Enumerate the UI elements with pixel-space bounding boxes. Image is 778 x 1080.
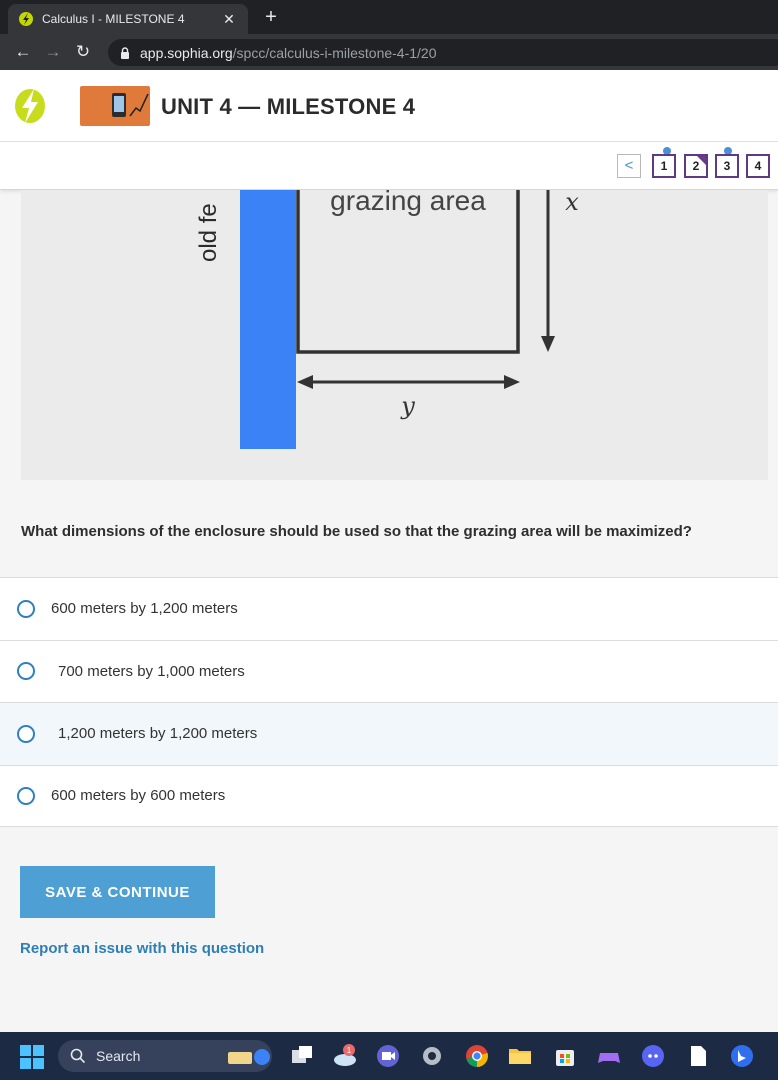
enclosure-diagram: old fe grazing area x y <box>195 190 579 449</box>
settings-gear-icon[interactable] <box>420 1044 444 1068</box>
chrome-icon[interactable] <box>465 1044 489 1068</box>
game-controller-icon[interactable] <box>597 1044 621 1068</box>
search-label: Search <box>96 1048 141 1064</box>
reload-icon[interactable]: ↻ <box>70 39 96 65</box>
x-label: x <box>565 190 579 216</box>
widgets-icon[interactable] <box>228 1044 272 1068</box>
bing-chat-icon[interactable] <box>730 1044 754 1068</box>
teams-meet-icon[interactable] <box>376 1044 400 1068</box>
search-icon <box>70 1048 86 1064</box>
url-host: app.sophia.org <box>140 44 233 61</box>
answer-label: 1,200 meters by 1,200 meters <box>58 725 258 743</box>
answer-label: 600 meters by 600 meters <box>51 787 226 805</box>
notification-badge: 1 <box>347 1046 352 1055</box>
answer-option-3[interactable]: 1,200 meters by 1,200 meters <box>0 702 778 765</box>
y-arrowhead-left-icon <box>297 375 313 389</box>
sophia-logo-icon[interactable] <box>14 86 46 126</box>
question-text: What dimensions of the enclosure should … <box>21 523 692 540</box>
address-bar[interactable]: app.sophia.org/spcc/calculus-i-milestone… <box>108 39 778 66</box>
unit-title: UNIT 4 — MILESTONE 4 <box>161 94 416 119</box>
task-view-icon[interactable] <box>290 1044 314 1068</box>
question-number-2[interactable]: 2 <box>684 154 708 178</box>
weather-icon[interactable]: 1 <box>333 1044 357 1068</box>
question-number-1[interactable]: 1 <box>652 154 676 178</box>
answer-option-4[interactable]: 600 meters by 600 meters <box>0 764 778 827</box>
new-tab-button[interactable]: + <box>258 4 284 30</box>
radio-button[interactable] <box>17 724 35 743</box>
browser-tab-bar: Calculus I - MILESTONE 4 ✕ + <box>0 0 778 34</box>
answer-label: 700 meters by 1,000 meters <box>58 662 245 680</box>
tab-title: Calculus I - MILESTONE 4 <box>42 12 185 26</box>
answer-option-2[interactable]: 700 meters by 1,000 meters <box>0 639 778 702</box>
fence-label: old fe <box>195 203 222 262</box>
answer-option-1[interactable]: 600 meters by 1,200 meters <box>0 577 778 640</box>
previous-question-button[interactable]: < <box>617 154 641 178</box>
radio-button[interactable] <box>17 786 35 805</box>
phone-graph-icon <box>112 93 149 117</box>
x-arrowhead-icon <box>541 336 555 352</box>
lock-icon <box>121 46 129 59</box>
unit-thumbnail <box>80 86 150 126</box>
report-issue-link[interactable]: Report an issue with this question <box>20 940 264 957</box>
answer-label: 600 meters by 1,200 meters <box>51 600 238 618</box>
url-path: /spcc/calculus-i-milestone-4-1/20 <box>232 44 437 61</box>
flag-corner-icon <box>697 156 706 165</box>
answer-options: 600 meters by 1,200 meters 700 meters by… <box>0 577 778 827</box>
browser-toolbar: ← → ↻ app.sophia.org/spcc/calculus-i-mil… <box>0 34 778 70</box>
taskbar: Search 1 <box>0 1032 778 1080</box>
back-arrow-icon[interactable]: ← <box>10 39 36 65</box>
save-continue-button[interactable]: SAVE & CONTINUE <box>20 866 215 918</box>
grazing-area-label: grazing area <box>330 190 486 216</box>
forward-arrow-icon[interactable]: → <box>40 39 66 65</box>
windows-start-icon[interactable] <box>20 1045 44 1069</box>
microsoft-store-icon[interactable] <box>553 1044 577 1068</box>
enclosure-figure: old fe grazing area x y <box>21 190 768 480</box>
old-fence-bar <box>240 190 296 449</box>
question-number-4[interactable]: 4 <box>746 154 770 178</box>
y-label: y <box>400 392 415 420</box>
question-navigation: < 1 2 3 4 <box>0 142 778 190</box>
document-icon[interactable] <box>686 1044 710 1068</box>
tab-close-icon[interactable]: ✕ <box>220 11 238 28</box>
discord-icon[interactable] <box>641 1044 665 1068</box>
y-arrowhead-right-icon <box>504 375 520 389</box>
sophia-favicon-icon <box>19 12 33 26</box>
question-number-3[interactable]: 3 <box>715 154 739 178</box>
radio-button[interactable] <box>17 662 35 681</box>
app-header: UNIT 4 — MILESTONE 4 <box>0 70 778 142</box>
radio-button[interactable] <box>17 599 35 618</box>
file-explorer-icon[interactable] <box>508 1044 532 1068</box>
browser-tab[interactable]: Calculus I - MILESTONE 4 ✕ <box>8 4 248 34</box>
